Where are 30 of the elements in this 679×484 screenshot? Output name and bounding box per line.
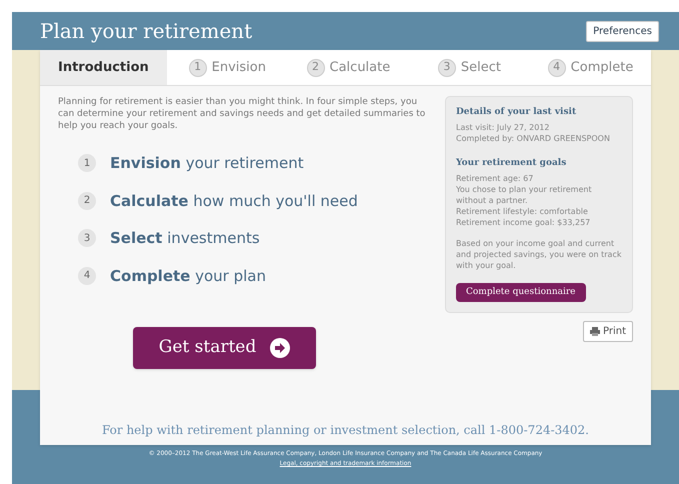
step-description: Select investments: [110, 228, 260, 249]
visit-detail: Completed by: ONVARD GREENSPOON: [456, 133, 611, 144]
help-text: For help with retirement planning or investment selection, call 1-800-724-3402.: [101, 422, 590, 439]
goal-detail: Retirement lifestyle: comfortable: [456, 206, 589, 217]
step-tab[interactable]: 1 Envision: [166, 58, 288, 78]
step-tab[interactable]: 3 Select: [408, 58, 530, 78]
goal-summary: Based on your income goal and current and projected savings, you were on track with your goal.: [456, 238, 622, 271]
get-started-button[interactable]: Get started: [132, 327, 316, 368]
print-button[interactable]: Print: [582, 321, 633, 342]
visit-detail: Last visit: July 27, 2012: [456, 122, 550, 133]
intro-paragraph: Planning for retirement is easier than you might think. In four simple steps, you can determine your retirement and savings needs and get detailed summaries to help you reach your goals.: [58, 96, 426, 132]
step-tab[interactable]: 4 Complete: [530, 58, 652, 78]
printer-icon: [590, 327, 600, 336]
step-tab[interactable]: 2 Calculate: [288, 58, 409, 78]
preferences-button[interactable]: Preferences: [586, 20, 659, 42]
panel-heading: Your retirement goals: [456, 158, 568, 169]
page-title: Plan your retirement: [40, 18, 252, 45]
goal-detail: You chose to plan your retirement without a partner.: [456, 184, 593, 206]
step-tab[interactable]: Introduction: [40, 50, 167, 85]
goal-detail: Retirement age: 67: [456, 173, 534, 184]
step-number: 2: [78, 192, 96, 210]
step-description: Envision your retirement: [110, 153, 304, 174]
step-description: Complete your plan: [110, 266, 266, 286]
step-number: 1: [78, 154, 96, 172]
step-number: 4: [78, 266, 96, 285]
panel-heading: Details of your last visit: [456, 107, 578, 118]
goal-detail: Retirement income goal: $33,257: [456, 217, 592, 228]
step-number: 3: [78, 229, 96, 248]
complete-questionnaire-button[interactable]: Complete questionnaire: [456, 283, 586, 302]
step-description: Calculate how much you'll need: [110, 190, 358, 212]
